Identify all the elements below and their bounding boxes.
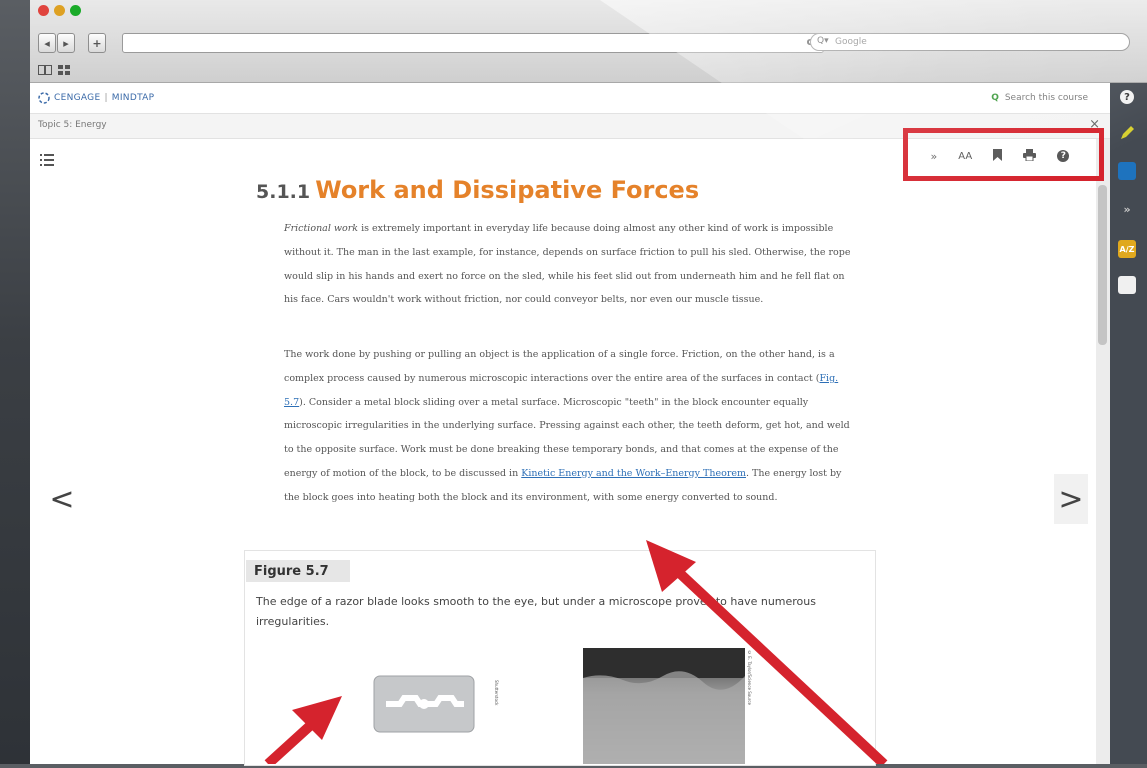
help-icon[interactable]: ? xyxy=(1120,90,1134,104)
grid-icon[interactable] xyxy=(58,60,70,75)
scrollbar-thumb[interactable] xyxy=(1098,185,1107,345)
section-number: 5.1.1 xyxy=(256,181,311,203)
logo-icon xyxy=(38,92,50,104)
new-tab-button[interactable]: + xyxy=(88,33,106,53)
photo-credit-1: Shutterstock xyxy=(494,680,499,706)
search-engine-icon: Q▾ xyxy=(817,36,829,46)
logo-brand: CENGAGE xyxy=(54,93,101,103)
breadcrumb: Topic 5: Energy xyxy=(38,120,107,130)
figure-label: Figure 5.7 xyxy=(246,560,350,582)
glossary-icon[interactable]: A/Z xyxy=(1118,240,1136,258)
reader-icon[interactable] xyxy=(38,60,52,75)
app-header: CENGAGE | MINDTAP Q Search this course xyxy=(30,83,1110,114)
photo-credit-2: © E. Taylor/Science Source xyxy=(747,650,752,706)
next-page-button[interactable]: > xyxy=(1054,474,1088,524)
kinetic-energy-link[interactable]: Kinetic Energy and the Work–Energy Theor… xyxy=(521,468,746,479)
minimize-window-button[interactable] xyxy=(54,5,65,16)
paragraph-1: Frictional work is extremely important i… xyxy=(284,217,852,312)
logo-separator: | xyxy=(104,93,108,103)
browser-search-input[interactable]: Q▾ Google xyxy=(810,33,1130,51)
figure-caption: The edge of a razor blade looks smooth t… xyxy=(256,595,816,628)
maximize-window-button[interactable] xyxy=(70,5,81,16)
close-window-button[interactable] xyxy=(38,5,49,16)
course-search-label: Search this course xyxy=(1004,93,1088,103)
paragraph-2-text-b: ). Consider a metal block sliding over a… xyxy=(284,396,850,479)
address-bar[interactable]: c xyxy=(122,33,824,53)
razor-blade-image xyxy=(372,668,492,764)
microscope-image xyxy=(583,648,745,764)
annotation-highlight-box xyxy=(903,128,1104,181)
cengage-logo[interactable]: CENGAGE | MINDTAP xyxy=(38,92,154,104)
logo-product: MINDTAP xyxy=(111,93,155,103)
book-icon[interactable] xyxy=(1118,162,1136,180)
previous-page-button[interactable]: < xyxy=(45,474,79,524)
highlight-icon[interactable]: » xyxy=(1118,200,1136,218)
course-search[interactable]: Q Search this course xyxy=(991,93,1088,103)
forward-button[interactable]: ▸ xyxy=(57,33,75,53)
figure-container xyxy=(244,550,876,766)
notes-icon[interactable] xyxy=(1118,276,1136,294)
search-placeholder: Google xyxy=(835,37,867,47)
pencil-icon[interactable] xyxy=(1118,124,1136,142)
section-title: Work and Dissipative Forces xyxy=(315,176,700,204)
app-dock xyxy=(1110,83,1147,764)
section-heading: 5.1.1 Work and Dissipative Forces xyxy=(256,176,699,204)
paragraph-2: The work done by pushing or pulling an o… xyxy=(284,343,852,510)
table-of-contents-icon[interactable] xyxy=(40,151,54,166)
paragraph-1-text: is extremely important in everyday life … xyxy=(284,223,851,306)
back-button[interactable]: ◂ xyxy=(38,33,56,53)
paragraph-2-text-a: The work done by pushing or pulling an o… xyxy=(284,349,835,384)
browser-chrome: ◂ ▸ + c Q▾ Google xyxy=(30,0,1147,83)
paragraph-1-italic: Frictional work xyxy=(284,223,359,234)
search-icon: Q xyxy=(991,93,999,103)
